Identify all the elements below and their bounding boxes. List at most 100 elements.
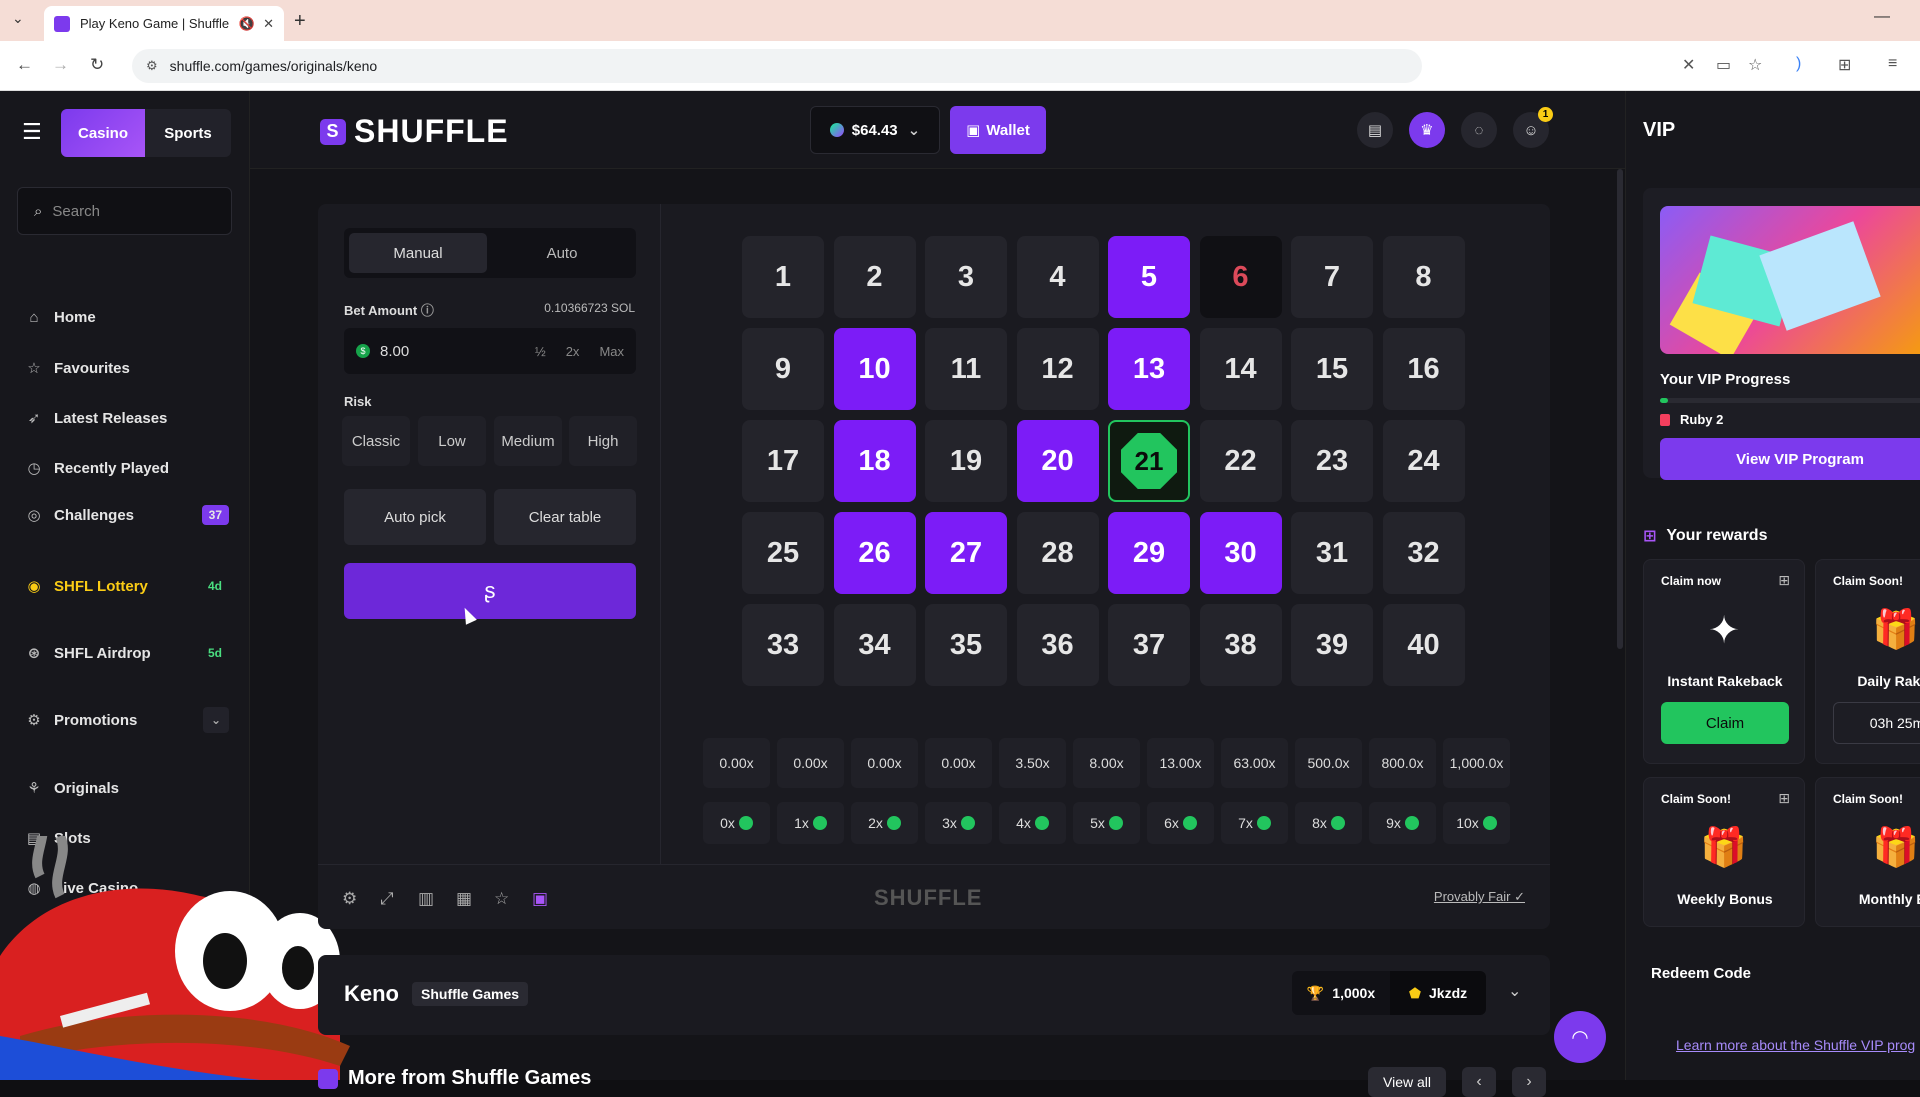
no-sound-icon[interactable]: ✕ — [1682, 55, 1695, 75]
risk-low-button[interactable]: Low — [418, 416, 486, 466]
keno-tile[interactable]: 31 — [1291, 512, 1373, 594]
keno-tile[interactable]: 26 — [833, 512, 916, 594]
sidebar-item-home[interactable]: ⌂ Home — [24, 309, 229, 326]
view-all-button[interactable]: View all — [1368, 1067, 1446, 1097]
double-button[interactable]: 2x — [566, 344, 580, 359]
chevron-down-icon[interactable]: ⌄ — [1508, 981, 1521, 1001]
vip-crown-icon[interactable]: ♛ — [1409, 112, 1445, 148]
clear-table-button[interactable]: Clear table — [494, 489, 636, 545]
menu-icon[interactable]: ≡ — [1888, 55, 1897, 73]
close-tab-icon[interactable]: ✕ — [263, 16, 274, 32]
sidebar-item-slots[interactable]: ▤ Slots — [24, 829, 229, 848]
support-headset-icon[interactable]: ◠ — [1554, 1011, 1606, 1063]
keno-tile[interactable]: 36 — [1016, 604, 1099, 686]
stats-icon[interactable]: ▥ — [418, 889, 434, 909]
reload-icon[interactable]: ↻ — [90, 55, 104, 75]
learn-more-link[interactable]: Learn more about the Shuffle VIP prog — [1676, 1037, 1915, 1053]
favourite-star-icon[interactable]: ☆ — [494, 889, 509, 909]
risk-high-button[interactable]: High — [569, 416, 637, 466]
new-tab-icon[interactable]: + — [294, 10, 306, 33]
keno-tile[interactable]: 25 — [742, 512, 824, 594]
redeem-code-button[interactable]: Redeem Code — [1651, 965, 1751, 982]
keno-tile[interactable]: 12 — [1016, 328, 1099, 410]
hamburger-icon[interactable]: ☰ — [22, 119, 42, 145]
tab-auto[interactable]: Auto — [493, 233, 631, 273]
keno-tile[interactable]: 38 — [1199, 604, 1282, 686]
theatre-mode-icon[interactable]: ⤢ — [380, 889, 394, 909]
mute-icon[interactable]: 🔇 — [239, 16, 255, 32]
puzzle-icon[interactable]: ⊞ — [1838, 55, 1851, 75]
tab-search-icon[interactable]: ⌄ — [12, 10, 24, 27]
claim-button[interactable]: Claim — [1661, 702, 1789, 744]
view-vip-program-button[interactable]: View VIP Program — [1660, 438, 1920, 480]
keno-tile[interactable]: 28 — [1016, 512, 1099, 594]
bookmark-star-icon[interactable]: ☆ — [1748, 55, 1762, 75]
sidebar-item-live-casino[interactable]: ◍ Live Casino — [24, 879, 229, 898]
keno-tile[interactable]: 11 — [925, 328, 1007, 410]
search-input[interactable]: ⌕ Search — [17, 187, 232, 235]
keno-tile[interactable]: 19 — [925, 420, 1007, 502]
auto-pick-button[interactable]: Auto pick — [344, 489, 486, 545]
chat-icon[interactable]: ◌ — [1461, 112, 1497, 148]
keno-tile[interactable]: 3 — [925, 236, 1007, 318]
scrollbar[interactable] — [1617, 169, 1623, 649]
keno-tile[interactable]: 24 — [1382, 420, 1465, 502]
next-arrow-icon[interactable]: › — [1512, 1067, 1546, 1097]
keno-tile[interactable]: 5 — [1108, 236, 1190, 318]
wallet-button[interactable]: ▣ Wallet — [950, 106, 1046, 154]
bet-button[interactable]: ʂ — [344, 563, 636, 619]
info-icon[interactable]: ⓘ — [421, 303, 434, 318]
keno-tile[interactable]: 15 — [1291, 328, 1373, 410]
bet-amount-input[interactable]: $ 8.00 ½ 2x Max — [344, 328, 636, 374]
keno-tile[interactable]: 20 — [1016, 420, 1099, 502]
keno-tile[interactable]: 13 — [1108, 328, 1190, 410]
minimize-icon[interactable]: — — [1874, 8, 1890, 26]
tab-manual[interactable]: Manual — [349, 233, 487, 273]
keno-tile[interactable]: 14 — [1199, 328, 1282, 410]
keno-tile[interactable]: 21 — [1108, 420, 1190, 502]
keno-tile[interactable]: 1 — [742, 236, 824, 318]
user-icon[interactable]: ☺ 1 — [1513, 107, 1553, 148]
sidebar-item-promotions[interactable]: ⚙ Promotions ⌄ — [24, 707, 229, 733]
casino-button[interactable]: Casino — [61, 109, 145, 157]
keno-tile[interactable]: 16 — [1382, 328, 1465, 410]
keno-tile[interactable]: 10 — [833, 328, 916, 410]
betslip-icon[interactable]: ▤ — [1357, 112, 1393, 148]
sidebar-item-recently-played[interactable]: ◷ Recently Played — [24, 459, 229, 478]
risk-classic-button[interactable]: Classic — [342, 416, 410, 466]
sidebar-item-favourites[interactable]: ☆ Favourites — [24, 359, 229, 378]
keno-tile[interactable]: 39 — [1291, 604, 1373, 686]
chart-icon[interactable]: ▦ — [456, 889, 472, 909]
extension-icon[interactable]: ) — [1796, 55, 1801, 73]
keno-tile[interactable]: 22 — [1199, 420, 1282, 502]
keno-tile[interactable]: 30 — [1199, 512, 1282, 594]
install-icon[interactable]: ▭ — [1716, 55, 1731, 75]
prev-arrow-icon[interactable]: ‹ — [1462, 1067, 1496, 1097]
back-icon[interactable]: ← — [16, 55, 33, 75]
sidebar-item-latest-releases[interactable]: ➶ Latest Releases — [24, 409, 229, 428]
settings-icon[interactable]: ⚙ — [342, 889, 357, 909]
address-bar[interactable]: ⚙ shuffle.com/games/originals/keno — [132, 49, 1422, 83]
sidebar-item-originals[interactable]: ⚘ Originals — [24, 779, 229, 798]
keno-tile[interactable]: 35 — [925, 604, 1007, 686]
keno-tile[interactable]: 27 — [925, 512, 1007, 594]
shuffle-logo[interactable]: S SHUFFLE — [320, 113, 509, 150]
keno-tile[interactable]: 33 — [742, 604, 824, 686]
keno-tile[interactable]: 18 — [833, 420, 916, 502]
keno-tile[interactable]: 9 — [742, 328, 824, 410]
sidebar-item-shfl-lottery[interactable]: ◉ SHFL Lottery 4d — [24, 576, 229, 596]
keno-tile[interactable]: 23 — [1291, 420, 1373, 502]
site-info-icon[interactable]: ⚙ — [146, 58, 158, 74]
game-info-icon[interactable]: ▣ — [532, 889, 548, 909]
balance-dropdown[interactable]: $64.43 ⌄ — [810, 106, 940, 154]
keno-tile[interactable]: 40 — [1382, 604, 1465, 686]
keno-tile[interactable]: 4 — [1016, 236, 1099, 318]
keno-tile[interactable]: 32 — [1382, 512, 1465, 594]
forward-icon[interactable]: → — [52, 55, 69, 75]
keno-tile[interactable]: 8 — [1382, 236, 1465, 318]
sidebar-item-challenges[interactable]: ◎ Challenges 37 — [24, 505, 229, 525]
provider-badge[interactable]: Shuffle Games — [412, 982, 529, 1006]
provably-fair-link[interactable]: Provably Fair ✓ — [1434, 889, 1525, 905]
risk-medium-button[interactable]: Medium — [494, 416, 562, 466]
keno-tile[interactable]: 37 — [1108, 604, 1190, 686]
